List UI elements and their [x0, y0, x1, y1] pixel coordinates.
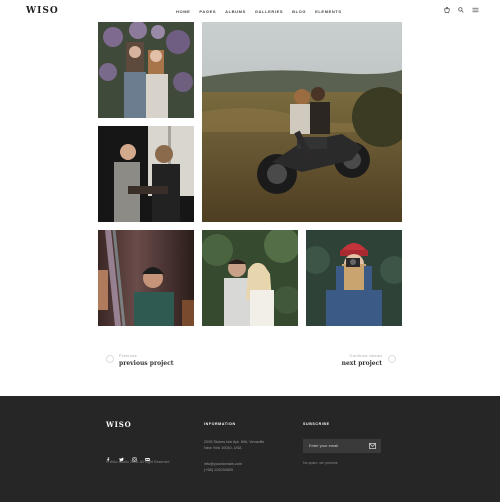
nav-item-home[interactable]: HOME [176, 9, 190, 14]
envelope-icon[interactable] [369, 443, 376, 449]
next-project-link[interactable]: Continue ahead next project [341, 353, 396, 367]
contact-email[interactable]: info@yourdomain.com [204, 462, 242, 467]
woman-camera-photo[interactable] [306, 230, 402, 326]
nav-item-blog[interactable]: BLOG [292, 9, 306, 14]
address-line-1: 2005 Stokes Isle Apt. 896, Venaville [204, 440, 265, 444]
site-footer: WISO © Wiso Studio 2018. All Right Reser… [0, 396, 500, 502]
pager-next-label: next project [341, 360, 382, 367]
address-line-2: New York 10010, USA [204, 446, 242, 450]
no-spam-note: No spam, we promise [303, 461, 338, 465]
main-nav: HOME PAGES ALBUMS GALLERIES BLOG ELEMENT… [176, 9, 342, 14]
couple-embrace-photo[interactable] [202, 230, 298, 326]
previous-project-link[interactable]: Previous previous project [106, 353, 174, 367]
email-placeholder: Enter your email [309, 443, 339, 448]
search-icon[interactable] [458, 7, 464, 13]
footer-logo[interactable]: WISO [106, 420, 132, 429]
nav-item-albums[interactable]: ALBUMS [225, 9, 246, 14]
chevron-left-icon [106, 355, 114, 363]
menu-icon[interactable] [472, 7, 479, 13]
twitter-icon[interactable] [119, 449, 124, 462]
site-logo[interactable]: WISO [26, 6, 59, 16]
flickr-icon[interactable] [145, 449, 150, 461]
man-beanie-photo[interactable] [98, 230, 194, 326]
instagram-icon[interactable] [132, 449, 137, 462]
information-heading: INFORMATION [204, 422, 236, 426]
pager-prev-label: previous project [119, 360, 174, 367]
couple-window-photo[interactable] [98, 126, 194, 222]
nav-item-elements[interactable]: ELEMENTS [315, 9, 342, 14]
couple-motorcycle-photo[interactable] [202, 22, 402, 222]
nav-item-galleries[interactable]: GALLERIES [255, 9, 283, 14]
contact-phone[interactable]: (+68) 120034509 [204, 468, 233, 473]
chevron-right-icon [388, 355, 396, 363]
email-field[interactable]: Enter your email [303, 439, 381, 453]
facebook-icon[interactable] [106, 449, 111, 462]
copyright-text: © Wiso Studio 2018. All Right Reserved [106, 460, 170, 464]
cart-icon[interactable] [444, 7, 450, 13]
subscribe-heading: SUBSCRIBE [303, 422, 330, 426]
site-header: WISO HOME PAGES ALBUMS GALLERIES BLOG EL… [0, 0, 500, 22]
nav-item-pages[interactable]: PAGES [199, 9, 216, 14]
pager-next-small: Continue ahead [349, 353, 382, 358]
couple-flowers-photo[interactable] [98, 22, 194, 118]
pager-prev-small: Previous [119, 353, 137, 358]
social-links [106, 449, 150, 462]
